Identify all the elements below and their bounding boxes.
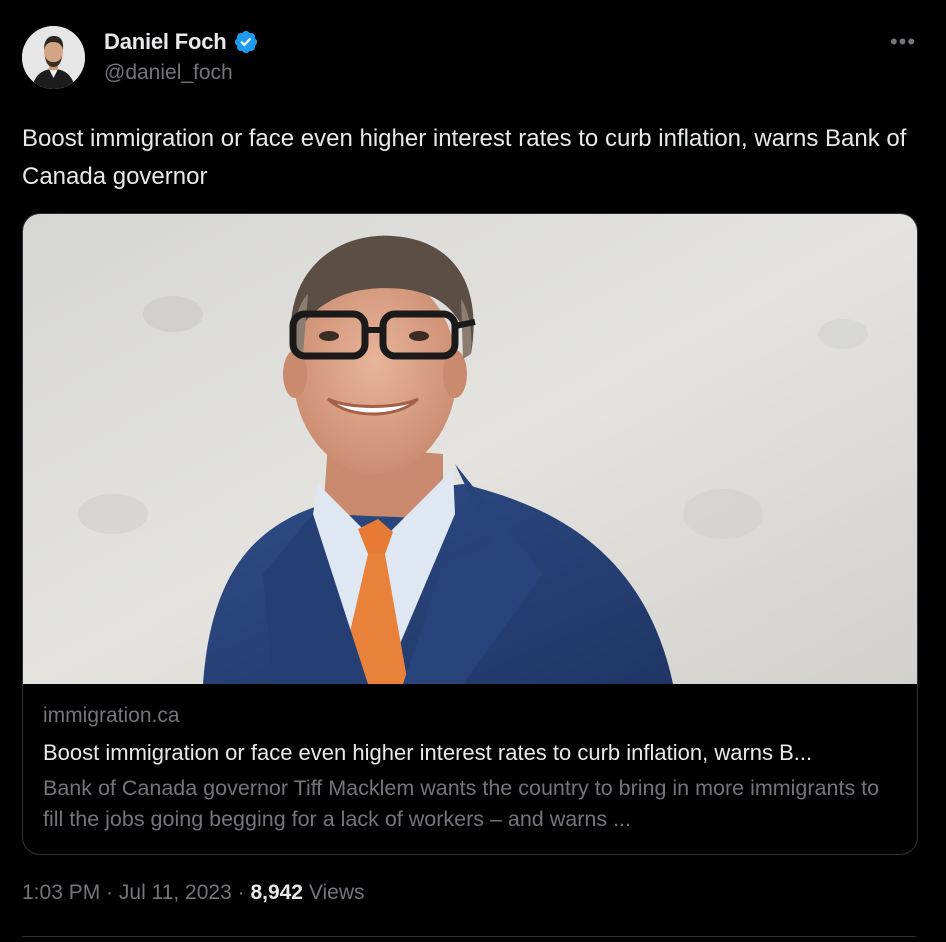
tweet-meta: 1:03 PM · Jul 11, 2023 · 8,942 Views <box>22 881 364 905</box>
meta-separator: · <box>100 881 119 904</box>
card-domain: immigration.ca <box>43 704 180 727</box>
card-image[interactable] <box>23 214 917 684</box>
more-options-icon[interactable]: ••• <box>888 30 918 54</box>
user-name-text[interactable]: Daniel Foch <box>104 29 227 55</box>
tweet: Daniel Foch @daniel_foch ••• Boost immig… <box>0 0 946 942</box>
card-title: Boost immigration or face even higher in… <box>43 740 813 765</box>
views-label[interactable]: Views <box>309 881 365 904</box>
tweet-date[interactable]: Jul 11, 2023 <box>119 881 232 904</box>
verified-badge-icon[interactable] <box>233 29 259 55</box>
link-card[interactable]: immigration.ca Boost immigration or face… <box>22 213 918 855</box>
tweet-text: Boost immigration or face even higher in… <box>22 125 907 190</box>
card-description: Bank of Canada governor Tiff Macklem wan… <box>43 776 880 831</box>
divider <box>22 936 916 937</box>
meta-separator: · <box>231 881 251 904</box>
user-handle[interactable]: @daniel_foch <box>104 61 233 85</box>
views-count[interactable]: 8,942 <box>250 881 303 904</box>
tweet-time[interactable]: 1:03 PM <box>22 881 100 904</box>
user-name[interactable]: Daniel Foch <box>104 29 259 55</box>
avatar[interactable] <box>22 26 85 89</box>
